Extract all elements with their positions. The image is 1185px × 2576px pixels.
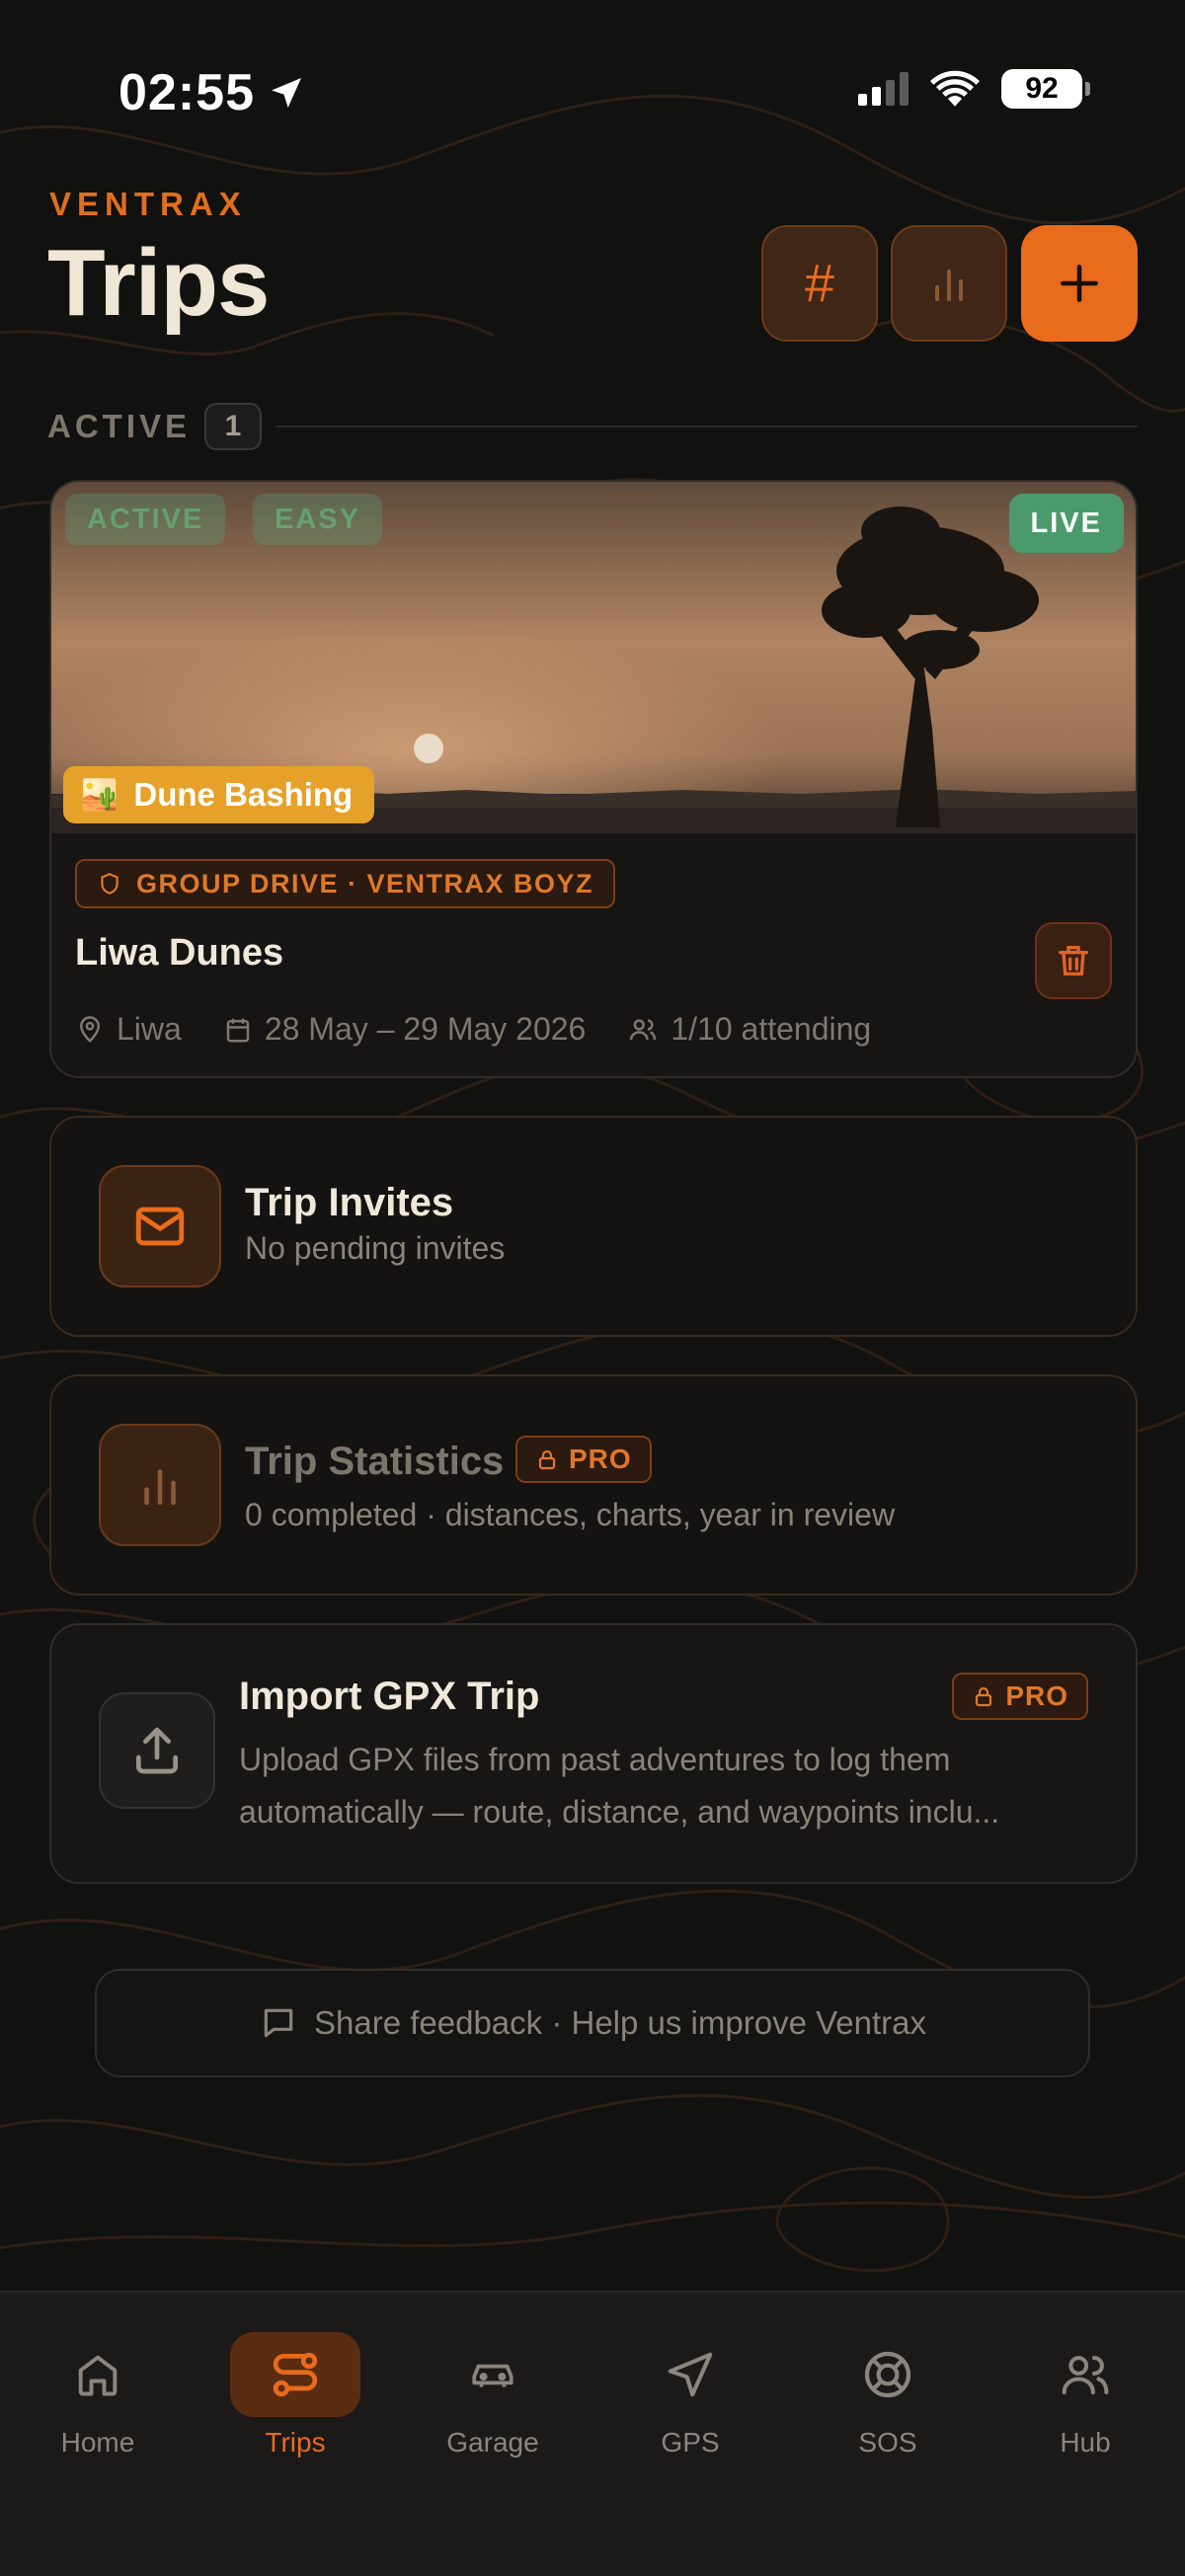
- hashtag-button[interactable]: #: [761, 225, 878, 342]
- card-title: Import GPX Trip: [239, 1675, 540, 1718]
- section-count: 1: [204, 403, 263, 450]
- card-subtitle: 0 completed · distances, charts, year in…: [245, 1497, 896, 1532]
- car-icon: [472, 2364, 514, 2387]
- bottom-tab-bar: Home Trips Garage GPS SOS Hub: [0, 2291, 1185, 2576]
- lock-icon: [538, 1449, 556, 1470]
- users-icon: [1062, 2356, 1109, 2395]
- hash-icon: #: [804, 254, 835, 313]
- pro-badge: PRO: [952, 1673, 1088, 1720]
- tab-gps[interactable]: GPS: [611, 2332, 769, 2459]
- status-time: 02:55: [118, 63, 306, 122]
- trip-meta: Liwa 28 May – 29 May 2026 1/10 attending: [75, 1011, 871, 1048]
- trash-icon: [1059, 946, 1088, 976]
- calendar-icon: [226, 1018, 250, 1042]
- wifi-icon: [930, 70, 980, 107]
- tab-hub[interactable]: Hub: [1006, 2332, 1164, 2459]
- group-drive-tag: GROUP DRIVE · VENTRAX BOYZ: [75, 859, 616, 908]
- tab-garage[interactable]: Garage: [414, 2332, 572, 2459]
- upload-icon: [136, 1727, 179, 1774]
- plus-icon: [1061, 265, 1098, 302]
- section-divider: [276, 426, 1138, 428]
- upload-icon-tile: [99, 1692, 215, 1809]
- statistics-button[interactable]: [891, 225, 1007, 342]
- share-feedback-button[interactable]: Share feedback · Help us improve Ventrax: [95, 1969, 1090, 2077]
- users-icon: [630, 1018, 657, 1040]
- feedback-label: Share feedback · Help us improve Ventrax: [314, 2004, 926, 2041]
- trip-attendance: 1/10 attending: [671, 1011, 872, 1047]
- bar-chart-icon: [935, 270, 963, 301]
- card-description-line-1: Upload GPX files from past adventures to…: [239, 1742, 951, 1777]
- trip-name: Liwa Dunes: [75, 932, 284, 974]
- card-description-line-2: automatically — route, distance, and way…: [239, 1794, 1000, 1830]
- location-arrow-icon: [272, 78, 301, 108]
- route-icon: [273, 2352, 318, 2397]
- battery-indicator: 92: [1001, 69, 1090, 109]
- dune-icon: 🏜️: [81, 778, 118, 812]
- bar-chart-icon: [144, 1469, 176, 1506]
- import-gpx-card[interactable]: Import GPX Trip PRO Upload GPX files fro…: [49, 1623, 1138, 1884]
- category-label: Dune Bashing: [133, 776, 354, 813]
- trip-location: Liwa: [117, 1011, 182, 1047]
- chart-icon-tile: [99, 1424, 221, 1546]
- page-title: Trips: [47, 230, 270, 336]
- card-title: Trip Statistics: [245, 1440, 505, 1483]
- difficulty-chip: EASY: [253, 494, 382, 545]
- shield-icon: [101, 873, 118, 895]
- lifebuoy-icon: [864, 2351, 911, 2398]
- trip-statistics-card[interactable]: Trip Statistics PRO 0 completed · distan…: [49, 1374, 1138, 1596]
- message-icon: [264, 2008, 293, 2038]
- pro-badge: PRO: [515, 1436, 652, 1483]
- active-section-header: ACTIVE 1: [47, 403, 1138, 450]
- mail-icon: [135, 1207, 185, 1246]
- live-badge: LIVE: [1008, 494, 1124, 553]
- lock-icon: [976, 1686, 992, 1707]
- navigation-icon: [668, 2352, 713, 2397]
- home-icon: [78, 2355, 118, 2396]
- brand-label: VENTRAX: [49, 186, 247, 222]
- tab-trips[interactable]: Trips: [216, 2332, 374, 2459]
- delete-trip-button[interactable]: [1035, 922, 1112, 999]
- section-label: ACTIVE: [47, 408, 192, 444]
- card-subtitle: No pending invites: [245, 1230, 506, 1266]
- map-pin-icon: [79, 1015, 101, 1043]
- card-title: Trip Invites: [245, 1181, 454, 1224]
- trip-invites-card[interactable]: Trip Invites No pending invites: [49, 1116, 1138, 1337]
- tab-sos[interactable]: SOS: [809, 2332, 967, 2459]
- trip-card[interactable]: ACTIVE EASY LIVE 🏜️ Dune Bashing GROUP D…: [49, 480, 1138, 1078]
- add-trip-button[interactable]: [1021, 225, 1138, 342]
- status-indicators: 92: [858, 69, 1090, 109]
- trip-dates: 28 May – 29 May 2026: [264, 1011, 587, 1047]
- cellular-signal-icon: [858, 72, 908, 106]
- tab-home[interactable]: Home: [19, 2332, 177, 2459]
- category-chip: 🏜️ Dune Bashing: [63, 766, 375, 823]
- mail-icon-tile: [99, 1165, 221, 1288]
- status-chip: ACTIVE: [65, 494, 226, 545]
